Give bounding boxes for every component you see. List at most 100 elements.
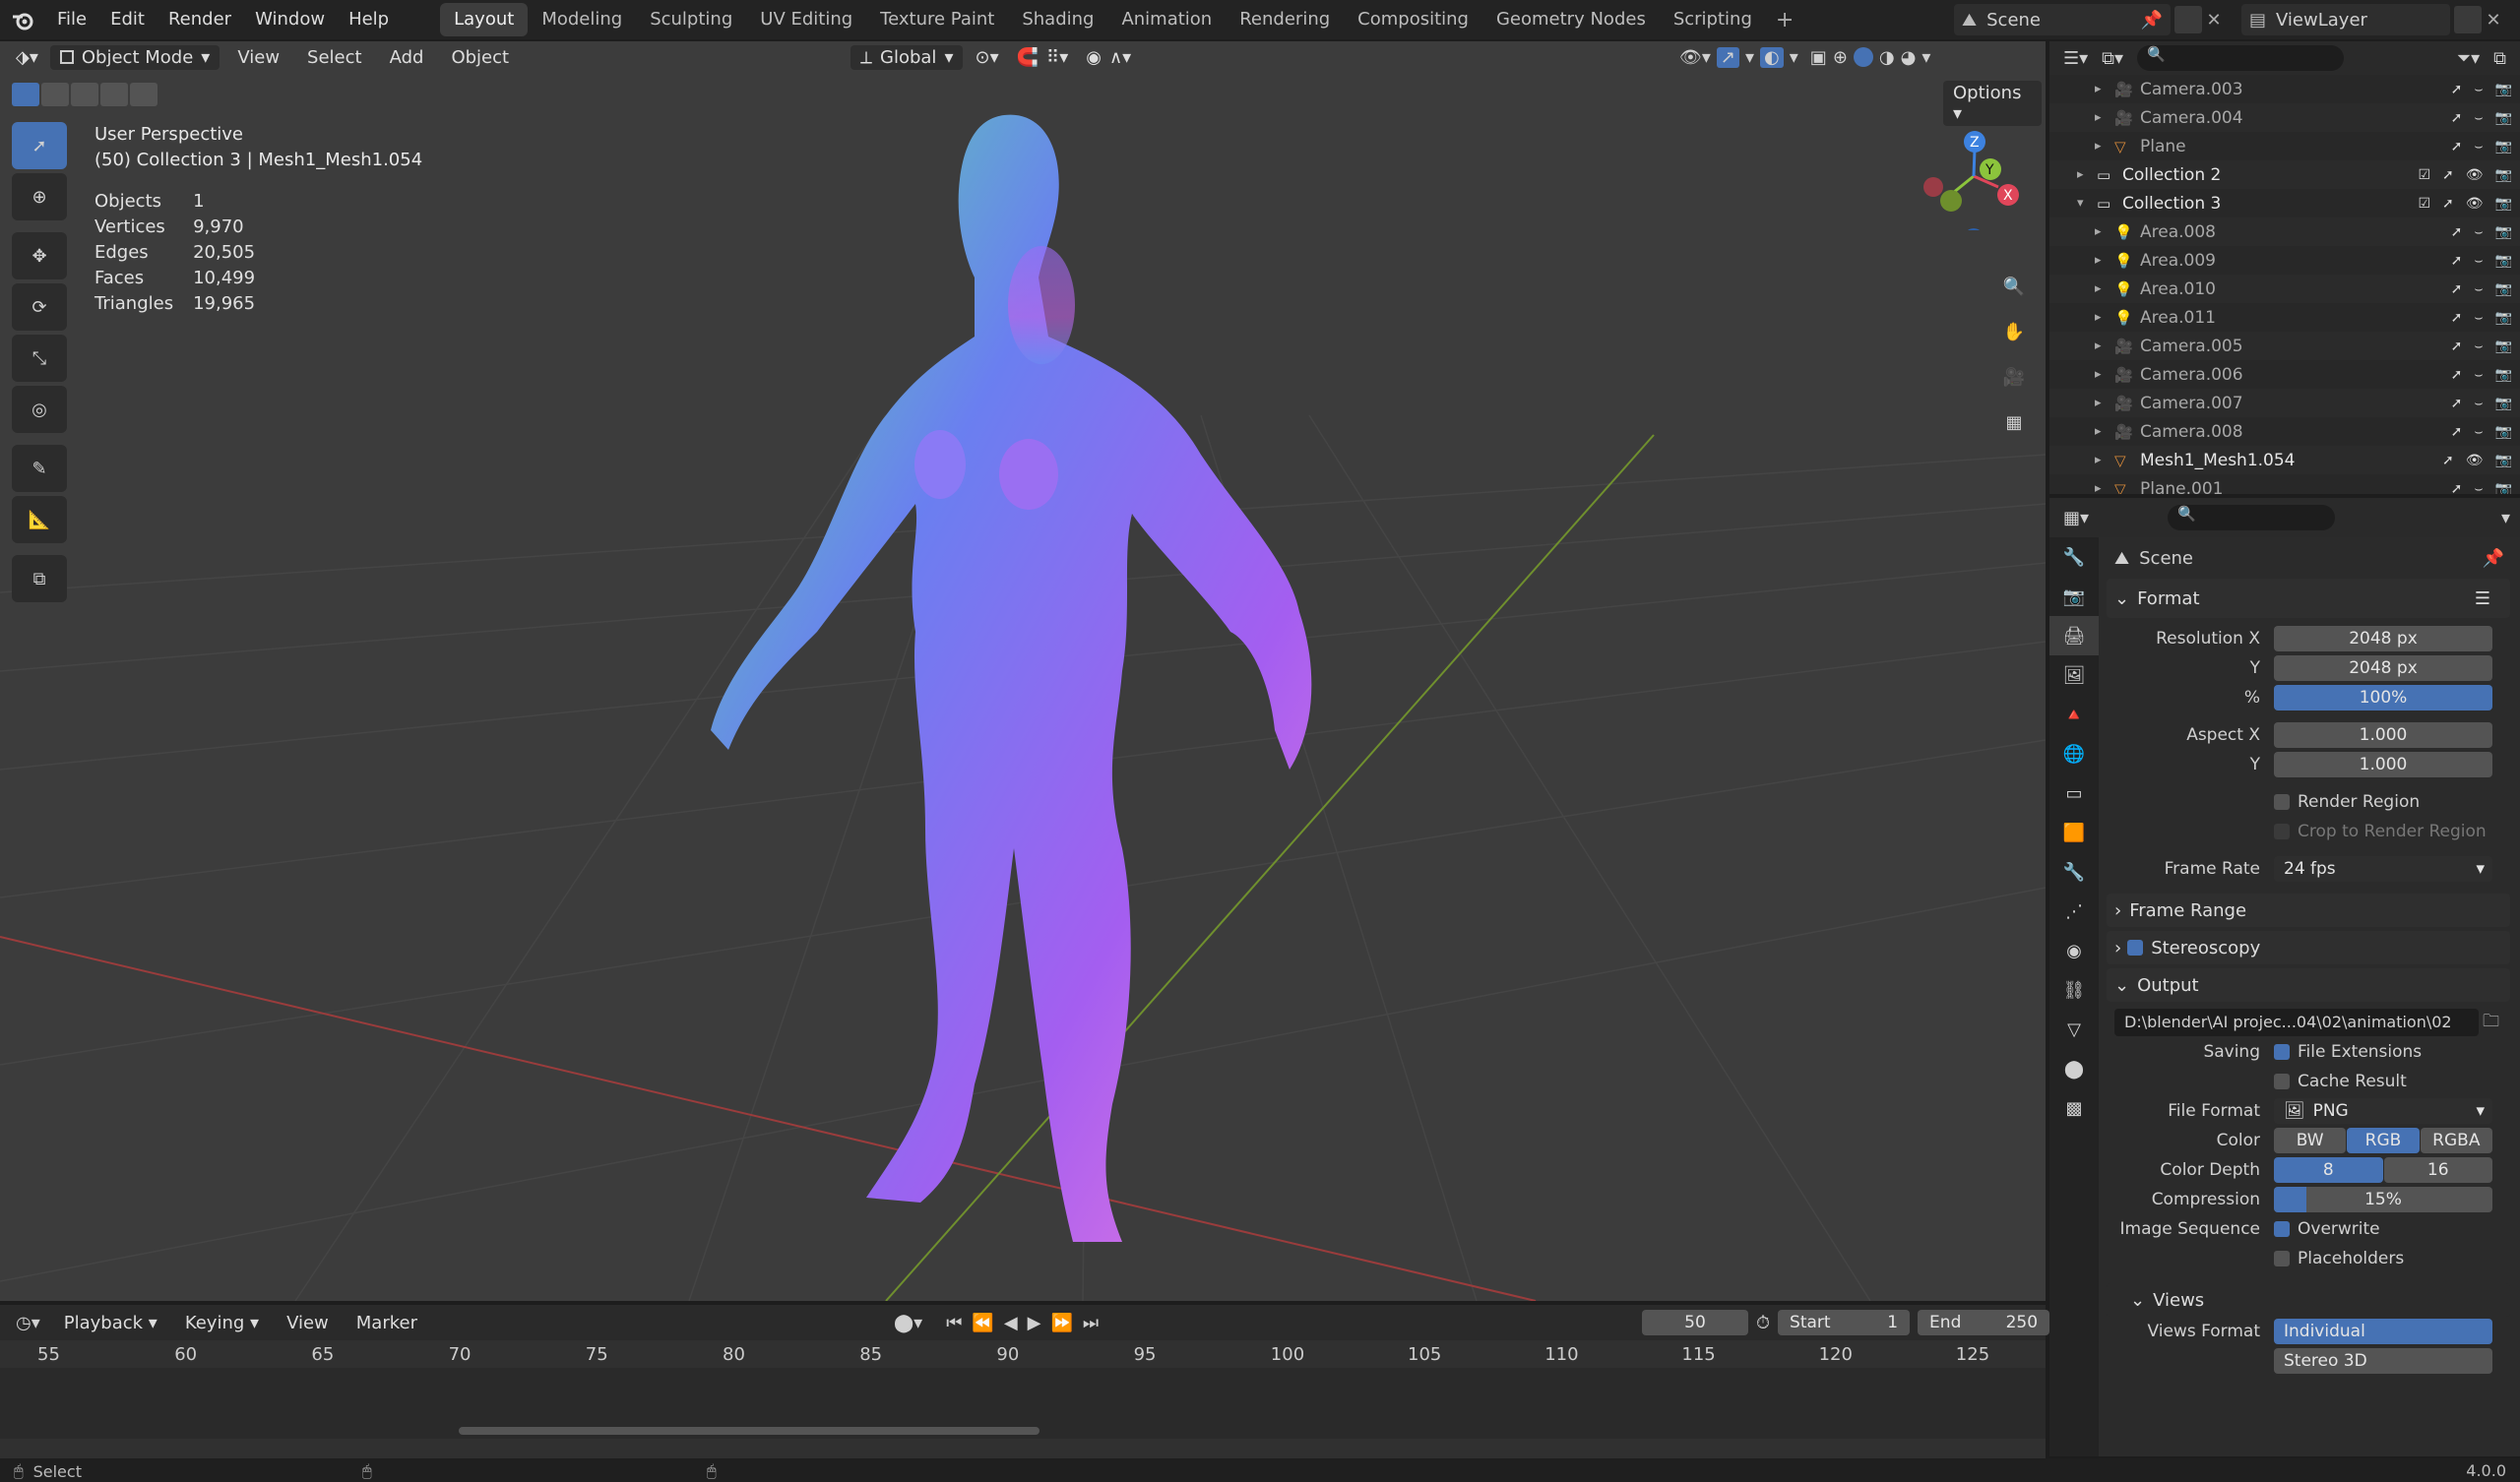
jump-next-key-icon[interactable]: ⏩ xyxy=(1051,1313,1073,1333)
eye-icon[interactable]: ⌣ xyxy=(2474,281,2483,297)
resolution-percent-field[interactable]: 100% xyxy=(2274,685,2492,710)
resolution-y-field[interactable]: 2048 px xyxy=(2274,655,2492,681)
render-region-checkbox[interactable]: Render Region xyxy=(2107,787,2510,817)
select-arrow-icon[interactable]: ➚ xyxy=(2451,110,2463,126)
menu-edit[interactable]: Edit xyxy=(98,0,157,39)
scene-tab-icon[interactable]: 🔺 xyxy=(2049,695,2099,734)
chevron-right-icon[interactable]: ▸ xyxy=(2095,82,2114,96)
pivot-icon[interactable]: ⊙▾ xyxy=(975,47,998,68)
select-subtract-icon[interactable] xyxy=(71,83,98,106)
render-tab-icon[interactable]: 📷 xyxy=(2049,577,2099,616)
end-frame-field[interactable]: End 250 xyxy=(1918,1310,2050,1335)
eye-icon[interactable]: 👁 xyxy=(2466,196,2484,212)
outliner-row[interactable]: ▸ ▽ Plane.001 ➚ ⌣ 📷 xyxy=(2049,474,2520,495)
grid-perspective-icon[interactable]: ▦ xyxy=(1993,401,2035,443)
eye-icon[interactable]: ⌣ xyxy=(2474,481,2483,495)
menu-help[interactable]: Help xyxy=(337,0,401,39)
timeline-menu-keying[interactable]: Keying ▾ xyxy=(171,1313,273,1333)
eye-icon[interactable]: ⌣ xyxy=(2474,224,2483,240)
color-option-rgb[interactable]: RGB xyxy=(2347,1128,2420,1153)
select-arrow-icon[interactable]: ➚ xyxy=(2451,224,2463,240)
folder-icon[interactable]: 🗀 xyxy=(2483,1009,2499,1037)
format-panel-header[interactable]: ⌄ Format ☰ xyxy=(2107,579,2510,618)
scale-tool[interactable]: ⤡ xyxy=(12,335,67,382)
scene-selector[interactable]: ⛰ Scene 📌 xyxy=(1954,4,2171,35)
chevron-right-icon[interactable]: ▸ xyxy=(2095,396,2114,410)
transform-tool[interactable]: ◎ xyxy=(12,386,67,433)
material-tab-icon[interactable]: ⬤ xyxy=(2049,1049,2099,1088)
jump-start-icon[interactable]: ⏮ xyxy=(946,1313,962,1333)
editor-type-icon[interactable]: ⬗▾ xyxy=(0,47,46,68)
presets-icon[interactable]: ☰ xyxy=(2475,588,2490,609)
cache-result-checkbox[interactable] xyxy=(2274,1074,2290,1089)
outliner-row[interactable]: ▸ ▭ Collection 2 ☑ ➚ 👁 📷 xyxy=(2049,160,2520,189)
stopwatch-icon[interactable]: ⏱ xyxy=(1756,1313,1770,1333)
select-new-icon[interactable] xyxy=(12,83,39,106)
crop-check[interactable] xyxy=(2274,824,2290,839)
chevron-right-icon[interactable]: ▸ xyxy=(2095,367,2114,382)
new-viewlayer-button[interactable] xyxy=(2454,6,2482,33)
output-tab-icon[interactable]: 🖨 xyxy=(2049,616,2099,655)
select-intersect-icon[interactable] xyxy=(130,83,158,106)
current-frame-field[interactable]: 50 xyxy=(1642,1310,1748,1335)
tab-uv-editing[interactable]: UV Editing xyxy=(746,3,866,36)
tab-rendering[interactable]: Rendering xyxy=(1226,3,1344,36)
collection-tab-icon[interactable]: ▭ xyxy=(2049,773,2099,813)
stereoscopy-checkbox[interactable] xyxy=(2127,940,2144,956)
frame-rate-dropdown[interactable]: 24 fps ▾ xyxy=(2274,856,2492,882)
tab-shading[interactable]: Shading xyxy=(1008,3,1107,36)
chevron-right-icon[interactable]: ▸ xyxy=(2077,167,2097,182)
orientation-dropdown[interactable]: ⟂ Global ▾ xyxy=(850,44,964,70)
overlay-toggle-icon[interactable]: ◐ xyxy=(1760,46,1784,68)
visibility-icon[interactable]: 👁▾ xyxy=(1679,47,1711,68)
world-tab-icon[interactable]: 🌐 xyxy=(2049,734,2099,773)
render-camera-icon[interactable]: 📷 xyxy=(2495,139,2512,154)
eye-icon[interactable]: ⌣ xyxy=(2474,82,2483,97)
options-dropdown[interactable]: Options ▾ xyxy=(1939,81,2046,126)
jump-end-icon[interactable]: ⏭ xyxy=(1083,1313,1099,1333)
chevron-right-icon[interactable]: ▸ xyxy=(2095,253,2114,268)
outliner-row[interactable]: ▸ 💡 Area.010 ➚ ⌣ 📷 xyxy=(2049,275,2520,303)
rendered-shading-icon[interactable]: ◕ xyxy=(1901,47,1917,68)
viewport-menu-view[interactable]: View xyxy=(223,47,293,68)
annotate-tool[interactable]: ✎ xyxy=(12,445,67,492)
constraints-tab-icon[interactable]: ⛓ xyxy=(2049,970,2099,1010)
outliner-row[interactable]: ▸ 💡 Area.011 ➚ ⌣ 📷 xyxy=(2049,303,2520,332)
file-format-dropdown[interactable]: 🖼 PNG ▾ xyxy=(2274,1098,2492,1124)
timeline-menu-marker[interactable]: Marker xyxy=(343,1313,431,1333)
depth-option-16[interactable]: 16 xyxy=(2383,1157,2492,1183)
menu-window[interactable]: Window xyxy=(243,0,337,39)
chevron-right-icon[interactable]: ▸ xyxy=(2095,481,2114,494)
rotate-tool[interactable]: ⟳ xyxy=(12,283,67,331)
chevron-right-icon[interactable]: ▸ xyxy=(2095,110,2114,125)
eye-icon[interactable]: ⌣ xyxy=(2474,396,2483,411)
color-option-rgba[interactable]: RGBA xyxy=(2420,1128,2492,1153)
mode-dropdown[interactable]: Object Mode ▾ xyxy=(49,44,220,70)
eye-icon[interactable]: ⌣ xyxy=(2474,367,2483,383)
chevron-right-icon[interactable]: ▸ xyxy=(2095,281,2114,296)
viewport-menu-add[interactable]: Add xyxy=(376,47,438,68)
mesh-figure[interactable] xyxy=(711,114,1312,1242)
outliner-row[interactable]: ▸ 💡 Area.009 ➚ ⌣ 📷 xyxy=(2049,246,2520,275)
collapse-icon[interactable]: ▾ xyxy=(2501,508,2510,528)
particles-tab-icon[interactable]: ⋰ xyxy=(2049,892,2099,931)
color-option-bw[interactable]: BW xyxy=(2274,1128,2347,1153)
render-region-check[interactable] xyxy=(2274,794,2290,810)
navigation-gizmo[interactable]: Z Y X xyxy=(1920,122,2028,248)
output-path-field[interactable]: D:\blender\AI projec...04\02\animation\0… xyxy=(2114,1009,2479,1036)
select-arrow-icon[interactable]: ➚ xyxy=(2451,396,2463,411)
texture-tab-icon[interactable]: ▩ xyxy=(2049,1088,2099,1128)
select-arrow-icon[interactable]: ➚ xyxy=(2442,196,2454,212)
select-extend-icon[interactable] xyxy=(41,83,69,106)
select-box-tool[interactable]: ➚ xyxy=(12,122,67,169)
chevron-right-icon[interactable]: ▸ xyxy=(2095,339,2114,353)
3d-viewport[interactable]: ⬗▾ Object Mode ▾ View Select Add Object ⟂ Gl… xyxy=(0,41,2046,1301)
outliner-search[interactable]: 🔍 xyxy=(2137,45,2345,71)
pin-icon[interactable]: 📌 xyxy=(2141,10,2163,31)
menu-file[interactable]: File xyxy=(45,0,98,39)
properties-search[interactable]: 🔍 xyxy=(2168,505,2336,530)
checkbox-icon[interactable]: ☑ xyxy=(2418,167,2430,183)
gizmo-toggle-icon[interactable]: ↗ xyxy=(1716,46,1739,68)
select-invert-icon[interactable] xyxy=(100,83,128,106)
eye-icon[interactable]: 👁 xyxy=(2466,453,2484,468)
